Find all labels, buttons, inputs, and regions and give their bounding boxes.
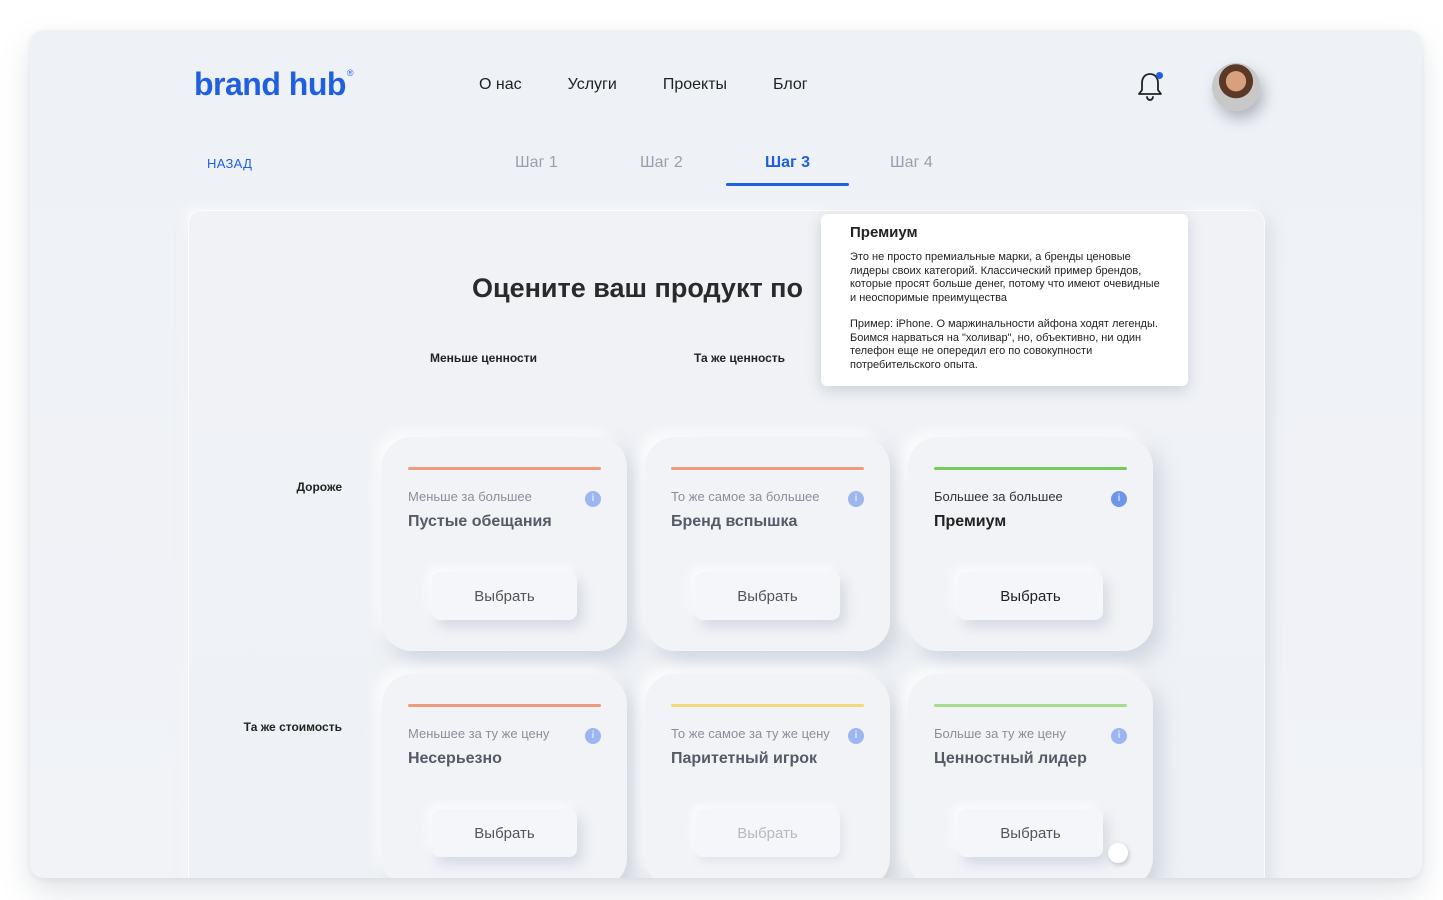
card-subtitle: Меньшее за ту же цену <box>408 726 550 741</box>
bell-icon[interactable] <box>1136 70 1164 102</box>
option-card-premium[interactable]: Большее за большее Премиум i Выбрать <box>908 437 1153 651</box>
app-window: brand hub® О нас Услуги Проекты Блог НАЗ… <box>30 30 1422 878</box>
registered-mark: ® <box>346 68 354 78</box>
info-icon[interactable]: i <box>585 728 601 744</box>
card-color-bar <box>934 467 1127 470</box>
row-label-same-cost: Та же стоимость <box>243 720 342 734</box>
info-icon[interactable]: i <box>1111 728 1127 744</box>
column-label-same-value: Та же ценность <box>694 351 786 365</box>
tooltip-description: Это не просто премиальные марки, а бренд… <box>850 251 1160 304</box>
card-subtitle: Меньше за большее <box>408 489 532 504</box>
select-button[interactable]: Выбрать <box>958 572 1103 620</box>
brand-logo[interactable]: brand hub® <box>194 66 354 103</box>
option-card-parity-player[interactable]: То же самое за ту же цену Паритетный игр… <box>645 674 890 878</box>
info-tooltip: Премиум Это не просто премиальные марки,… <box>821 214 1188 386</box>
card-color-bar <box>671 467 864 470</box>
nav-item-about[interactable]: О нас <box>479 76 522 94</box>
card-title: Ценностный лидер <box>934 750 1087 767</box>
option-card-not-serious[interactable]: Меньшее за ту же цену Несерьезно i Выбра… <box>382 674 627 878</box>
tooltip-example: Пример: iPhone. О маржинальности айфона … <box>850 318 1158 371</box>
card-title: Пустые обещания <box>408 513 552 530</box>
nav-item-services[interactable]: Услуги <box>568 76 617 94</box>
cursor-handle[interactable] <box>1108 843 1128 863</box>
select-button[interactable]: Выбрать <box>432 572 577 620</box>
select-button[interactable]: Выбрать <box>958 809 1103 857</box>
page-title: Оцените ваш продукт по <box>472 273 803 303</box>
card-subtitle: Больше за ту же цену <box>934 726 1066 741</box>
row-label-more-expensive: Дороже <box>296 480 342 494</box>
option-card-brand-flash[interactable]: То же самое за большее Бренд вспышка i В… <box>645 437 890 651</box>
nav-item-blog[interactable]: Блог <box>773 76 808 94</box>
tooltip-title: Премиум <box>850 224 918 241</box>
card-subtitle: Большее за большее <box>934 489 1063 504</box>
notification-dot <box>1156 72 1163 79</box>
info-icon[interactable]: i <box>1111 491 1127 507</box>
main-nav: О нас Услуги Проекты Блог <box>479 76 808 94</box>
card-color-bar <box>408 704 601 707</box>
column-label-less-value: Меньше ценности <box>430 351 537 365</box>
brand-name: brand hub <box>194 66 346 102</box>
card-title: Бренд вспышка <box>671 513 798 530</box>
option-card-empty-promises[interactable]: Меньше за большее Пустые обещания i Выбр… <box>382 437 627 651</box>
card-color-bar <box>934 704 1127 707</box>
select-button[interactable]: Выбрать <box>695 572 840 620</box>
card-title: Премиум <box>934 513 1007 530</box>
select-button[interactable]: Выбрать <box>432 809 577 857</box>
info-icon[interactable]: i <box>848 728 864 744</box>
info-icon[interactable]: i <box>585 491 601 507</box>
tab-step-1[interactable]: Шаг 1 <box>515 154 558 172</box>
tab-step-2[interactable]: Шаг 2 <box>640 154 683 172</box>
nav-item-projects[interactable]: Проекты <box>663 76 727 94</box>
avatar[interactable] <box>1212 63 1260 111</box>
card-color-bar <box>408 467 601 470</box>
card-title: Несерьезно <box>408 750 502 767</box>
card-color-bar <box>671 704 864 707</box>
tab-step-3[interactable]: Шаг 3 <box>765 154 810 172</box>
tab-step-4[interactable]: Шаг 4 <box>890 154 933 172</box>
info-icon[interactable]: i <box>848 491 864 507</box>
active-tab-indicator <box>726 183 849 186</box>
card-subtitle: То же самое за ту же цену <box>671 726 830 741</box>
back-link[interactable]: НАЗАД <box>207 156 252 171</box>
card-subtitle: То же самое за большее <box>671 489 820 504</box>
select-button[interactable]: Выбрать <box>695 809 840 857</box>
card-title: Паритетный игрок <box>671 750 818 767</box>
